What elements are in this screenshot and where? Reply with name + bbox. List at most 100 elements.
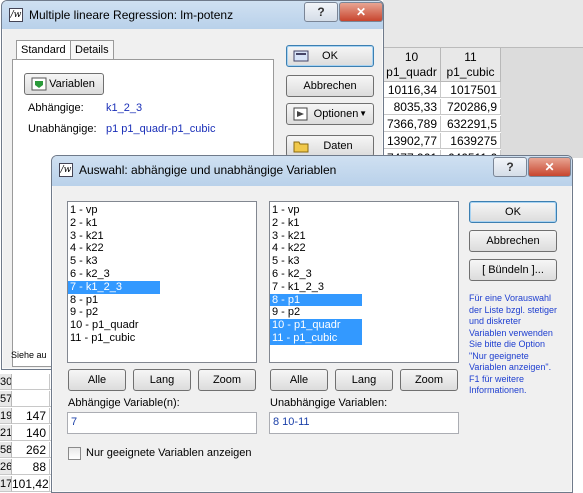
column-header-11[interactable]: 11 p1_cubic	[441, 48, 501, 82]
regression-titlebar[interactable]: /w Multiple lineare Regression: lm-poten…	[2, 1, 383, 29]
list-item[interactable]: 4 - k22	[270, 242, 458, 255]
abbrechen-button[interactable]: Abbrechen	[286, 75, 374, 97]
table-cell[interactable]: 147	[12, 408, 50, 424]
list-item[interactable]: 10 - p1_quadr	[68, 319, 256, 332]
dropdown-arrow-icon: ▼	[359, 109, 367, 118]
abhaengige-value: k1_2_3	[106, 102, 143, 114]
table-cell[interactable]: 720286,9	[441, 99, 501, 115]
ok-icon	[293, 50, 309, 62]
column-number: 10	[404, 50, 419, 64]
table-cell[interactable]: 8035,33	[383, 99, 441, 115]
daten-button[interactable]: Daten	[286, 135, 374, 157]
zoom-label: Zoom	[414, 374, 444, 386]
row-number[interactable]: 17	[0, 476, 12, 492]
list-item[interactable]: 8 - p1	[270, 293, 362, 307]
right-zoom-button[interactable]: Zoom	[400, 369, 458, 391]
table-cell[interactable]	[12, 391, 50, 407]
dependent-variable-list[interactable]: 1 - vp 2 - k1 3 - k21 4 - k22 5 - k3 6 - k2_3…	[67, 201, 257, 363]
right-lang-button[interactable]: Lang	[335, 369, 393, 391]
nur-geeignete-checkbox[interactable]	[68, 447, 81, 460]
daten-label: Daten	[323, 140, 353, 152]
table-cell[interactable]	[12, 374, 50, 390]
lang-label: Lang	[351, 374, 377, 386]
tab-label: Details	[75, 44, 109, 56]
table-cell[interactable]: 13902,77	[383, 133, 441, 149]
dialog-titlebar[interactable]: /w Auswahl: abhängige und unabhängige Va…	[52, 156, 572, 186]
list-item[interactable]: 11 - p1_cubic	[270, 331, 362, 345]
table-cell[interactable]: 632291,5	[441, 116, 501, 132]
table-cell[interactable]: 1639275	[441, 133, 501, 149]
row-number[interactable]: 26	[0, 459, 12, 475]
row-number[interactable]: 30	[0, 374, 12, 390]
folder-icon	[293, 141, 309, 153]
table-cell[interactable]: 262	[12, 442, 50, 458]
tab-details[interactable]: Details	[70, 40, 114, 60]
column-name: p1_cubic	[446, 65, 495, 79]
lang-label: Lang	[149, 374, 175, 386]
column-name: p1_quadr	[386, 65, 437, 79]
list-item[interactable]: 6 - k2_3	[68, 268, 256, 281]
list-item[interactable]: 5 - k3	[270, 255, 458, 268]
dialog-abbrechen-button[interactable]: Abbrechen	[469, 230, 557, 252]
dialog-ok-button[interactable]: OK	[469, 201, 557, 223]
variablen-button[interactable]: Variablen	[24, 73, 104, 95]
close-icon: ✕	[544, 160, 555, 174]
left-alle-button[interactable]: Alle	[68, 369, 126, 391]
help-button[interactable]: ?	[304, 2, 338, 22]
close-button[interactable]: ✕	[528, 157, 571, 177]
dialog-title: Auswahl: abhängige und unabhängige Varia…	[79, 163, 337, 177]
column-number: 11	[464, 50, 477, 64]
list-item[interactable]: 4 - k22	[68, 242, 256, 255]
list-item[interactable]: 9 - p2	[270, 306, 458, 319]
table-cell[interactable]: 101,42	[12, 476, 50, 492]
tab-standard[interactable]: Standard	[16, 40, 71, 60]
column-header-10[interactable]: 10 p1_quadr	[383, 48, 441, 82]
optionen-button[interactable]: Optionen ▼	[286, 103, 374, 125]
unabhaengige-variable-input[interactable]: 8 10-11	[269, 412, 459, 434]
ok-button[interactable]: OK	[286, 45, 374, 67]
help-icon: ?	[317, 5, 325, 19]
row-number[interactable]: 19	[0, 408, 12, 424]
right-alle-button[interactable]: Alle	[270, 369, 328, 391]
status-text: Siehe au	[11, 350, 47, 360]
list-item[interactable]: 2 - k1	[68, 217, 256, 230]
list-item[interactable]: 7 - k1_2_3	[68, 280, 160, 294]
list-item[interactable]: 6 - k2_3	[270, 268, 458, 281]
row-number[interactable]: 58	[0, 442, 12, 458]
row-number[interactable]: 21	[0, 425, 12, 441]
abhaengige-variable-input[interactable]: 7	[67, 412, 257, 434]
independent-variable-list[interactable]: 1 - vp 2 - k1 3 - k21 4 - k22 5 - k3 6 - k2_3…	[269, 201, 459, 363]
hint-text: Für eine Vorauswahl der Liste bzgl. stet…	[469, 293, 558, 395]
list-item[interactable]: 5 - k3	[68, 255, 256, 268]
row-number[interactable]: 57	[0, 391, 12, 407]
close-button[interactable]: ✕	[339, 2, 383, 22]
table-cell[interactable]: 1017501	[441, 82, 501, 98]
spreadsheet-empty-area	[501, 48, 583, 158]
list-item[interactable]: 9 - p2	[68, 306, 256, 319]
list-item[interactable]: 10 - p1_quadr	[270, 319, 362, 332]
app-icon: /w	[9, 8, 23, 22]
table-cell[interactable]: 88	[12, 459, 50, 475]
unabhaengige-variable-label: Unabhängige Variablen:	[270, 397, 388, 409]
list-item[interactable]: 3 - k21	[68, 230, 256, 243]
left-lang-button[interactable]: Lang	[133, 369, 191, 391]
buendeln-button[interactable]: [ Bündeln ]...	[469, 259, 557, 281]
left-zoom-button[interactable]: Zoom	[198, 369, 256, 391]
list-item[interactable]: 1 - vp	[68, 204, 256, 217]
table-cell[interactable]: 7366,789	[383, 116, 441, 132]
ok-label: OK	[505, 206, 521, 218]
variablen-arrow-icon	[31, 77, 47, 91]
abbrechen-label: Abbrechen	[303, 80, 357, 92]
list-item[interactable]: 7 - k1_2_3	[270, 281, 458, 294]
list-item[interactable]: 1 - vp	[270, 204, 458, 217]
list-item[interactable]: 11 - p1_cubic	[68, 332, 256, 345]
table-cell[interactable]: 140	[12, 425, 50, 441]
table-cell[interactable]: 10116,34	[383, 82, 441, 98]
list-item[interactable]: 3 - k21	[270, 230, 458, 243]
list-item[interactable]: 2 - k1	[270, 217, 458, 230]
alle-label: Alle	[87, 374, 107, 386]
help-button[interactable]: ?	[493, 157, 527, 177]
buendeln-label: [ Bündeln ]...	[482, 264, 544, 276]
abhaengige-variable-label: Abhängige Variable(n):	[68, 397, 180, 409]
list-item[interactable]: 8 - p1	[68, 294, 256, 307]
